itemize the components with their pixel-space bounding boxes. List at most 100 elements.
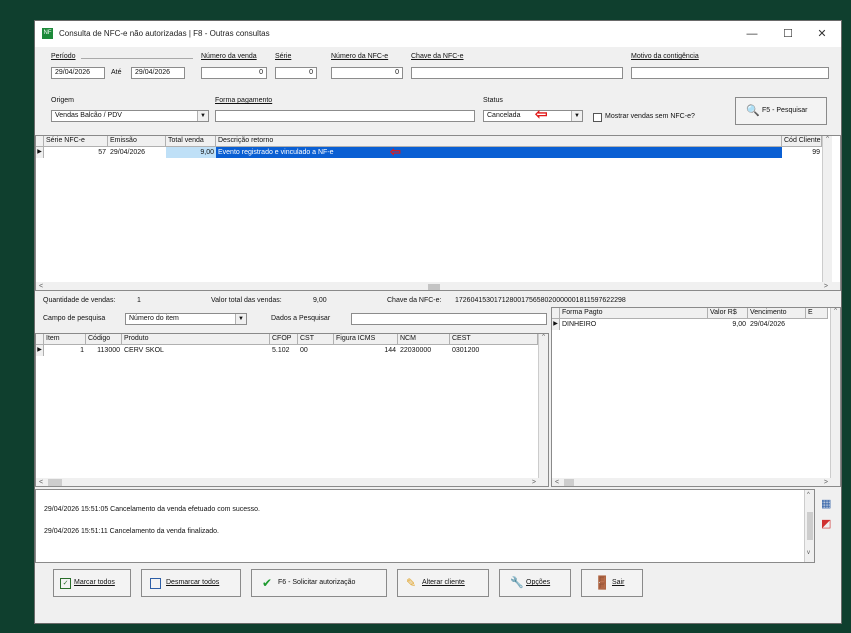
items-header-figura[interactable]: Figura ICMS	[334, 334, 398, 345]
pesquisar-button[interactable]: 🔍 F5 - Pesquisar	[735, 97, 827, 125]
motivo-field[interactable]	[631, 67, 829, 79]
items-header-cst[interactable]: CST	[298, 334, 334, 345]
scroll-left-icon[interactable]: <	[39, 282, 43, 290]
log-line: 29/04/2026 15:51:11 Cancelamento da vend…	[44, 528, 220, 535]
minimize-button[interactable]: —	[737, 25, 767, 43]
forma-pagamento-label: Forma pagamento	[215, 97, 273, 104]
scroll-right-icon[interactable]: >	[824, 282, 828, 290]
items-header-ncm[interactable]: NCM	[398, 334, 450, 345]
numero-venda-field[interactable]: 0	[201, 67, 267, 79]
forma-pagamento-field[interactable]	[215, 110, 475, 122]
export-icon[interactable]: ▦	[821, 497, 831, 510]
items-cell-codigo: 113000	[97, 347, 120, 354]
items-hscroll[interactable]: < >	[36, 478, 548, 486]
scroll-right-icon[interactable]: >	[532, 478, 536, 486]
log-area: 29/04/2026 15:51:05 Cancelamento da vend…	[35, 489, 815, 563]
search-icon: 🔍	[746, 105, 760, 117]
sales-cell-descricao: Evento registrado e vinculado a NF-e	[216, 147, 782, 158]
maximize-button[interactable]: ☐	[773, 25, 803, 43]
exit-door-icon: 🚪	[594, 575, 611, 590]
log-vscroll[interactable]: ^ v	[804, 490, 814, 562]
chevron-down-icon[interactable]: ▼	[571, 111, 582, 121]
scroll-thumb[interactable]	[564, 479, 574, 486]
payments-header-valor[interactable]: Valor R$	[708, 308, 748, 319]
items-header-cest[interactable]: CEST	[450, 334, 538, 345]
close-button[interactable]: ✕	[807, 25, 837, 43]
items-vscroll[interactable]: ^	[538, 334, 548, 478]
quantidade-label: Quantidade de vendas:	[43, 297, 116, 304]
status-select[interactable]: Cancelada ▼	[483, 110, 583, 122]
row-indicator-icon: ▶	[36, 147, 44, 158]
chave-label: Chave da NFC-e:	[387, 297, 442, 304]
date-to-field[interactable]: 29/04/2026	[131, 67, 185, 79]
chave-nfce-label: Chave da NFC-e	[411, 53, 464, 60]
title-bar: NF Consulta de NFC-e não autorizadas | F…	[35, 21, 841, 47]
sales-header-total[interactable]: Total venda	[166, 136, 216, 147]
payments-vscroll[interactable]: ^	[830, 308, 840, 478]
eraser-icon[interactable]: ◩	[821, 517, 831, 530]
status-value: Cancelada	[487, 112, 521, 119]
log-line: 29/04/2026 15:51:05 Cancelamento da vend…	[44, 506, 260, 513]
pencil-icon: ✎	[406, 576, 417, 590]
date-from-field[interactable]: 29/04/2026	[51, 67, 105, 79]
serie-field[interactable]: 0	[275, 67, 317, 79]
sales-cell-cod-cliente: 99	[812, 149, 820, 156]
payments-cell-forma: DINHEIRO	[562, 321, 597, 328]
app-icon: NF	[42, 28, 53, 39]
chevron-down-icon[interactable]: ▼	[235, 314, 246, 324]
opcoes-button[interactable]: 🔧 Opções	[499, 569, 571, 597]
campo-pesquisa-select[interactable]: Número do item ▼	[125, 313, 247, 325]
table-row[interactable]: ▶ DINHEIRO 9,00 29/04/2026	[552, 319, 830, 330]
items-cell-ncm: 22030000	[400, 347, 432, 354]
scroll-thumb[interactable]	[807, 512, 813, 540]
opcoes-label: Opções	[526, 579, 551, 586]
chave-value: 1726041530171280017565802000000181159762…	[455, 297, 626, 304]
dados-pesquisar-field[interactable]	[351, 313, 547, 325]
wrench-icon: 🔧	[510, 577, 524, 589]
sales-header-descricao[interactable]: Descrição retorno	[216, 136, 782, 147]
pesquisar-label: F5 - Pesquisar	[762, 107, 808, 114]
marcar-todos-button[interactable]: ✓ Marcar todos	[53, 569, 131, 597]
numero-nfce-field[interactable]: 0	[331, 67, 403, 79]
scroll-down-icon[interactable]: v	[807, 550, 810, 556]
ate-label: Até	[111, 69, 122, 76]
desmarcar-todos-button[interactable]: Desmarcar todos	[141, 569, 241, 597]
payments-hscroll[interactable]: < >	[552, 478, 840, 486]
items-header-produto[interactable]: Produto	[122, 334, 270, 345]
items-header-codigo[interactable]: Código	[86, 334, 122, 345]
items-cell-figura: 144	[384, 347, 396, 354]
table-row[interactable]: ▶ 1 113000 CERV SKOL 5.102 00 144 220300…	[36, 345, 538, 356]
sair-button[interactable]: 🚪 Sair	[581, 569, 643, 597]
table-row[interactable]: ▶ 57 29/04/2026 9,00 Evento registrado e…	[36, 147, 822, 158]
dados-pesquisar-label: Dados a Pesquisar	[271, 315, 331, 322]
payments-header-e[interactable]: E	[806, 308, 828, 319]
payments-header-vencimento[interactable]: Vencimento	[748, 308, 806, 319]
chave-nfce-field[interactable]	[411, 67, 623, 79]
sales-header-emissao[interactable]: Emissão	[108, 136, 166, 147]
items-cell-cest: 0301200	[452, 347, 480, 354]
scroll-up-icon[interactable]: ^	[807, 492, 810, 498]
chevron-down-icon[interactable]: ▼	[197, 111, 208, 121]
campo-pesquisa-label: Campo de pesquisa	[43, 315, 106, 322]
items-header-cfop[interactable]: CFOP	[270, 334, 298, 345]
sales-vscroll[interactable]: ^	[822, 136, 832, 282]
payments-header-forma[interactable]: Forma Pagto	[560, 308, 708, 319]
mostrar-checkbox[interactable]	[593, 113, 602, 122]
sales-header-cod-cliente[interactable]: Cód Cliente	[782, 136, 822, 147]
scroll-right-icon[interactable]: >	[824, 478, 828, 486]
items-header-item[interactable]: Item	[44, 334, 86, 345]
sales-header-serie[interactable]: Série NFC-e	[44, 136, 108, 147]
origem-select[interactable]: Vendas Balcão / PDV ▼	[51, 110, 209, 122]
scroll-left-icon[interactable]: <	[39, 478, 43, 486]
items-cell-item: 1	[80, 347, 84, 354]
alterar-cliente-button[interactable]: ✎ Alterar cliente	[397, 569, 489, 597]
payments-cell-valor: 9,00	[732, 321, 746, 328]
scroll-thumb[interactable]	[48, 479, 62, 486]
sales-hscroll[interactable]: < >	[36, 282, 840, 290]
check-icon: ✔	[262, 576, 273, 590]
desmarcar-todos-label: Desmarcar todos	[166, 579, 220, 586]
scroll-left-icon[interactable]: <	[555, 478, 559, 486]
quantidade-value: 1	[137, 297, 141, 304]
scroll-thumb[interactable]	[428, 284, 440, 290]
solicitar-autorizacao-button[interactable]: ✔ F6 - Solicitar autorização	[251, 569, 387, 597]
